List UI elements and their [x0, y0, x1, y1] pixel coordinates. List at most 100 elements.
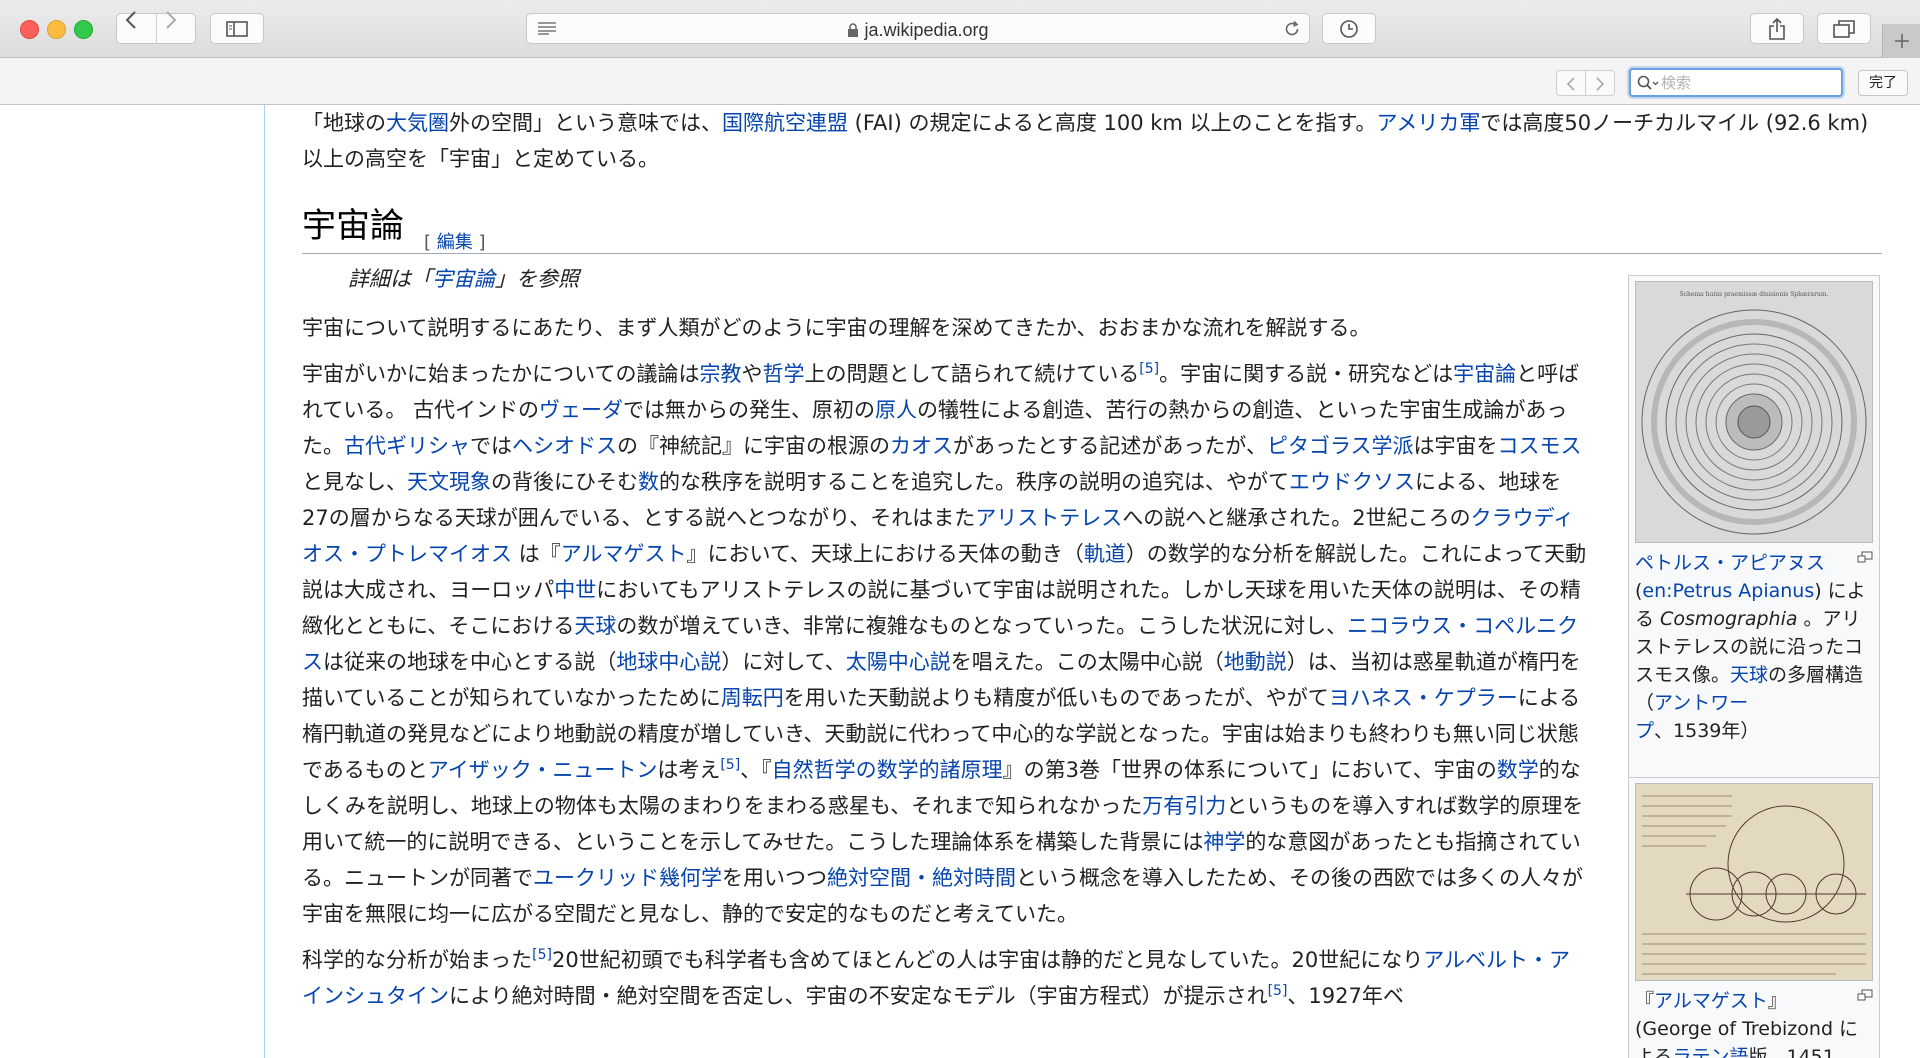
edit-link[interactable]: 編集 [437, 232, 473, 253]
link[interactable]: 周転円 [721, 686, 784, 710]
text: ）に対して、 [721, 650, 846, 674]
link-cosmology[interactable]: 宇宙論 [432, 267, 495, 291]
text: 「地球の [302, 111, 386, 135]
text: への説へと継承された。2世紀ころの [1122, 506, 1471, 530]
navigation-buttons [116, 11, 196, 44]
link[interactable]: 数学 [1497, 758, 1539, 782]
link[interactable]: 軌道 [1084, 542, 1126, 566]
text: の数が増えていき、非常に複雑なものとなっていった。こうした状況に対し、 [616, 614, 1348, 638]
text: は従来の地球を中心とする説（ [323, 650, 617, 674]
reference-link[interactable]: [5] [532, 947, 552, 963]
enlarge-icon[interactable] [1857, 989, 1873, 1001]
link[interactable]: 地球中心説 [616, 650, 721, 674]
link-us-military[interactable]: アメリカ軍 [1376, 111, 1480, 135]
link[interactable]: 天球 [574, 614, 616, 638]
link[interactable]: アルマゲスト [1654, 990, 1768, 1012]
text: 』の第3巻「世界の体系について」において、宇宙の [1002, 758, 1497, 782]
cosmographia-image[interactable]: Schema huius praemissæ diuisionis Sphæra… [1635, 281, 1873, 543]
italic-title: Cosmographia [1660, 608, 1798, 630]
link[interactable]: 宇宙論 [1453, 362, 1516, 386]
address-bar[interactable]: ja.wikipedia.org [526, 13, 1310, 44]
link[interactable]: ヨハネス・ケプラー [1329, 686, 1518, 710]
link[interactable]: 中世 [554, 578, 596, 602]
link[interactable]: 哲学 [763, 362, 805, 386]
enlarge-icon[interactable] [1857, 551, 1873, 563]
link[interactable]: アリストテレス [975, 506, 1122, 530]
link[interactable]: 古代ギリシャ [344, 434, 470, 458]
link[interactable]: ラテン語 [1672, 1046, 1748, 1058]
link[interactable]: 自然哲学の数学的諸原理 [772, 758, 1003, 782]
find-previous-button[interactable] [1556, 70, 1586, 96]
thumbnail-caption: ペトルス・アピアヌス (en:Petrus Apianus) による Cosmo… [1635, 549, 1873, 745]
url-text: ja.wikipedia.org [864, 20, 989, 40]
reference-link[interactable]: [5] [720, 757, 740, 773]
text: 宇宙がいかに始まったかについての議論は [302, 362, 700, 386]
chevron-left-icon [1566, 77, 1575, 91]
almagest-manuscript-image[interactable] [1635, 783, 1873, 981]
text: 『 [1635, 990, 1655, 1012]
find-input[interactable] [1661, 72, 1837, 93]
link[interactable]: 宗教 [700, 362, 742, 386]
intro-paragraph: 「地球の大気圏外の空間」という意味では、国際航空連盟 (FAI) の規定によると… [302, 105, 1882, 177]
text: 版、1451 [1748, 1046, 1835, 1058]
text: 、『 [740, 758, 772, 782]
find-next-button[interactable] [1585, 70, 1615, 96]
celestial-spheres-image: Schema huius praemissæ diuisionis Sphæra… [1636, 282, 1872, 542]
link[interactable]: 数 [638, 470, 659, 494]
text: は『 [512, 542, 561, 566]
text: では無からの発生、原初の [623, 398, 876, 422]
link[interactable]: コスモス [1498, 434, 1582, 458]
link[interactable]: 原人 [875, 398, 917, 422]
link[interactable]: アイザック・ニュートン [428, 758, 658, 782]
link[interactable]: ユークリッド幾何学 [533, 866, 722, 890]
link[interactable]: エウドクソス [1289, 470, 1415, 494]
history-button[interactable] [1322, 13, 1376, 44]
link[interactable]: 地動説 [1224, 650, 1287, 674]
text: は考え [657, 758, 721, 782]
show-tabs-button[interactable] [1817, 13, 1871, 44]
section-title: 宇宙論 [302, 208, 404, 245]
link-fai[interactable]: 国際航空連盟 [722, 111, 848, 135]
sidebar-toggle-button[interactable] [210, 13, 264, 44]
link[interactable]: 神学 [1203, 830, 1245, 854]
bracket: ] [472, 232, 486, 253]
link[interactable]: 万有引力 [1142, 794, 1226, 818]
thumbnail-almagest: 『アルマゲスト』 (George of Trebizond によるラテン語版、1… [1628, 777, 1880, 1058]
link[interactable]: ピタゴラス学派 [1267, 434, 1414, 458]
share-button[interactable] [1750, 13, 1804, 44]
text: 詳細は「 [348, 267, 432, 291]
zoom-window-button[interactable] [74, 20, 93, 39]
new-tab-button[interactable] [1882, 24, 1920, 58]
text: や [741, 362, 763, 386]
text: 上の問題として語られて続けている [804, 362, 1140, 386]
link[interactable]: 太陽中心説 [846, 650, 951, 674]
page-content: 「地球の大気圏外の空間」という意味では、国際航空連盟 (FAI) の規定によると… [0, 105, 1920, 1058]
link[interactable]: アルマゲスト [561, 542, 687, 566]
image-caption-text: Schema huius praemissæ diuisionis Sphæra… [1680, 291, 1829, 298]
link-atmosphere[interactable]: 大気圏 [386, 111, 449, 135]
chevron-left-icon [125, 11, 136, 29]
text: を用いつつ [722, 866, 827, 890]
back-button[interactable] [117, 11, 156, 43]
minimize-window-button[interactable] [47, 20, 66, 39]
reference-link[interactable]: [5] [1268, 983, 1288, 999]
text: は宇宙を [1413, 434, 1498, 458]
paragraph-2: 宇宙がいかに始まったかについての議論は宗教や哲学上の問題として語られて続けている… [302, 356, 1587, 932]
reference-link[interactable]: [5] [1139, 361, 1159, 377]
text: と見なし、 [302, 470, 407, 494]
link[interactable]: en:Petrus Apianus [1642, 580, 1814, 602]
reload-icon[interactable] [1283, 20, 1301, 38]
find-field[interactable] [1629, 68, 1843, 97]
close-window-button[interactable] [20, 20, 39, 39]
link[interactable]: 天球 [1730, 664, 1768, 686]
find-done-button[interactable]: 完了 [1858, 70, 1908, 96]
link[interactable]: 天文現象 [407, 470, 491, 494]
forward-button[interactable] [157, 11, 196, 43]
link[interactable]: ヴェーダ [539, 398, 623, 422]
thumbnail-caption: 『アルマゲスト』 (George of Trebizond によるラテン語版、1… [1635, 987, 1873, 1058]
link[interactable]: ヘシオドス [512, 434, 617, 458]
search-icon [1637, 75, 1659, 90]
link[interactable]: 絶対空間・絶対時間 [827, 866, 1016, 890]
link[interactable]: カオス [890, 434, 953, 458]
link[interactable]: ペトルス・アピアヌス [1635, 552, 1825, 574]
